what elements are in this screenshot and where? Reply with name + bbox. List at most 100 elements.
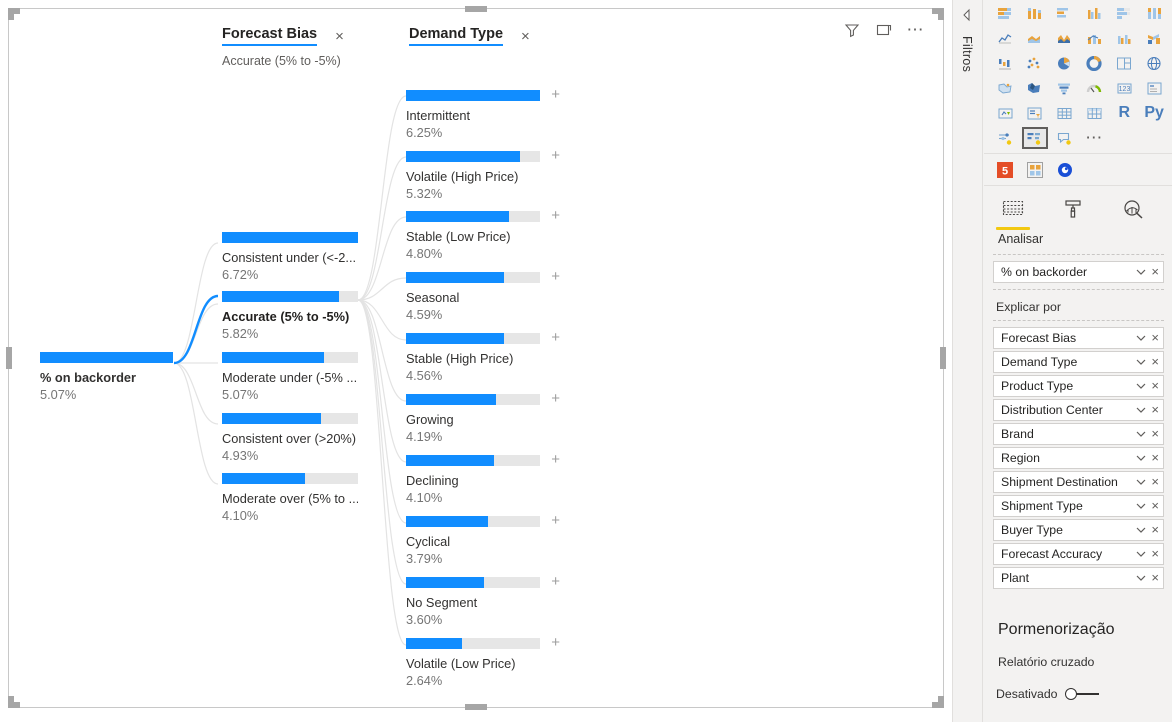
decomposition-tree-icon[interactable] bbox=[1021, 127, 1048, 149]
field-chip-shipment-destination[interactable]: Shipment Destination × bbox=[993, 471, 1164, 493]
column-title[interactable]: Forecast Bias bbox=[222, 26, 318, 46]
shape-map-icon[interactable] bbox=[1022, 77, 1048, 99]
resize-handle-right[interactable] bbox=[940, 347, 946, 369]
card-icon[interactable]: 123 bbox=[1111, 77, 1137, 99]
focus-mode-icon[interactable] bbox=[875, 21, 893, 39]
more-visuals-icon[interactable]: ⋯ bbox=[1082, 127, 1108, 149]
kpi-icon[interactable] bbox=[992, 102, 1018, 124]
resize-handle-bottom[interactable] bbox=[465, 704, 487, 710]
ribbon-chart-icon[interactable] bbox=[1141, 27, 1167, 49]
format-pane-tab[interactable] bbox=[1056, 196, 1090, 230]
100-stacked-bar-chart-icon[interactable] bbox=[1111, 2, 1137, 24]
expand-node-icon[interactable]: + bbox=[551, 208, 560, 223]
resize-handle-top[interactable] bbox=[465, 6, 487, 12]
map-icon[interactable] bbox=[1141, 52, 1167, 74]
clustered-bar-chart-icon[interactable] bbox=[1052, 2, 1078, 24]
expand-node-icon[interactable]: + bbox=[551, 330, 560, 345]
remove-field-icon[interactable]: × bbox=[1151, 571, 1159, 584]
remove-field-icon[interactable]: × bbox=[1151, 331, 1159, 344]
chevron-down-icon[interactable] bbox=[1135, 332, 1147, 344]
field-chip-forecast-bias[interactable]: Forecast Bias × bbox=[993, 327, 1164, 349]
field-chip-buyer-type[interactable]: Buyer Type × bbox=[993, 519, 1164, 541]
field-chip-brand[interactable]: Brand × bbox=[993, 423, 1164, 445]
chevron-down-icon[interactable] bbox=[1135, 524, 1147, 536]
chevron-down-icon[interactable] bbox=[1135, 452, 1147, 464]
expand-node-icon[interactable]: + bbox=[551, 635, 560, 650]
line-clustered-column-chart-icon[interactable] bbox=[1111, 27, 1137, 49]
tree-node-growing[interactable]: + Growing 4.19% bbox=[406, 391, 560, 444]
100-stacked-column-chart-icon[interactable] bbox=[1141, 2, 1167, 24]
remove-field-icon[interactable]: × bbox=[1151, 451, 1159, 464]
chevron-down-icon[interactable] bbox=[1135, 356, 1147, 368]
expand-node-icon[interactable]: + bbox=[551, 269, 560, 284]
pie-chart-icon[interactable] bbox=[1052, 52, 1078, 74]
resize-handle-bottom-left[interactable] bbox=[8, 696, 20, 708]
treemap-icon[interactable] bbox=[1111, 52, 1137, 74]
tree-node-cyclical[interactable]: + Cyclical 3.79% bbox=[406, 513, 560, 566]
stacked-bar-chart-icon[interactable] bbox=[992, 2, 1018, 24]
remove-field-icon[interactable]: × bbox=[1151, 379, 1159, 392]
field-chip-demand-type[interactable]: Demand Type × bbox=[993, 351, 1164, 373]
tree-node-volatile-high-price[interactable]: + Volatile (High Price) 5.32% bbox=[406, 148, 560, 201]
tree-node-consistent-under[interactable]: Consistent under (<-2... 6.72% bbox=[222, 232, 358, 282]
line-stacked-column-chart-icon[interactable] bbox=[1082, 27, 1108, 49]
remove-field-icon[interactable]: × bbox=[1151, 547, 1159, 560]
cross-report-toggle[interactable] bbox=[1064, 688, 1099, 700]
expand-node-icon[interactable]: + bbox=[551, 87, 560, 102]
expand-node-icon[interactable]: + bbox=[551, 452, 560, 467]
resize-handle-left[interactable] bbox=[6, 347, 12, 369]
more-options-icon[interactable]: ⋯ bbox=[907, 21, 926, 38]
chevron-down-icon[interactable] bbox=[1135, 548, 1147, 560]
r-script-visual-icon[interactable]: R bbox=[1111, 102, 1137, 124]
tree-node-moderate-over[interactable]: Moderate over (5% to ... 4.10% bbox=[222, 473, 358, 523]
area-chart-icon[interactable] bbox=[1022, 27, 1048, 49]
waterfall-chart-icon[interactable] bbox=[992, 52, 1018, 74]
field-chip-distribution-center[interactable]: Distribution Center × bbox=[993, 399, 1164, 421]
remove-field-icon[interactable]: × bbox=[1151, 427, 1159, 440]
slicer-icon[interactable] bbox=[1022, 102, 1048, 124]
key-influencers-icon[interactable] bbox=[992, 127, 1018, 149]
remove-field-icon[interactable]: × bbox=[1151, 403, 1159, 416]
expand-pane-icon[interactable] bbox=[960, 8, 974, 27]
tree-node-consistent-over[interactable]: Consistent over (>20%) 4.93% bbox=[222, 413, 358, 463]
remove-field-icon[interactable]: × bbox=[1151, 499, 1159, 512]
chevron-down-icon[interactable] bbox=[1135, 404, 1147, 416]
field-chip-plant[interactable]: Plant × bbox=[993, 567, 1164, 589]
tree-node-accurate[interactable]: Accurate (5% to -5%) 5.82% bbox=[222, 291, 358, 341]
resize-handle-bottom-right[interactable] bbox=[932, 696, 944, 708]
tree-node-stable-low-price[interactable]: + Stable (Low Price) 4.80% bbox=[406, 208, 560, 261]
close-icon[interactable]: × bbox=[335, 28, 344, 45]
html-content-icon[interactable]: 5 bbox=[994, 159, 1016, 181]
custom-visual-icon[interactable] bbox=[1024, 159, 1046, 181]
expand-node-icon[interactable]: + bbox=[551, 391, 560, 406]
table-icon[interactable] bbox=[1052, 102, 1078, 124]
expand-node-icon[interactable]: + bbox=[551, 574, 560, 589]
tree-node-seasonal[interactable]: + Seasonal 4.59% bbox=[406, 269, 560, 322]
field-chip-region[interactable]: Region × bbox=[993, 447, 1164, 469]
remove-field-icon[interactable]: × bbox=[1151, 355, 1159, 368]
scatter-chart-icon[interactable] bbox=[1022, 52, 1048, 74]
tree-node-stable-high-price[interactable]: + Stable (High Price) 4.56% bbox=[406, 330, 560, 383]
tree-node-root[interactable]: % on backorder 5.07% bbox=[40, 352, 173, 402]
filter-icon[interactable] bbox=[843, 21, 861, 39]
fields-pane-tab[interactable] bbox=[996, 196, 1030, 230]
filled-map-icon[interactable] bbox=[992, 77, 1018, 99]
stacked-area-chart-icon[interactable] bbox=[1052, 27, 1078, 49]
expand-node-icon[interactable]: + bbox=[551, 148, 560, 163]
tree-node-moderate-under[interactable]: Moderate under (-5% ... 5.07% bbox=[222, 352, 358, 402]
close-icon[interactable]: × bbox=[521, 28, 530, 45]
resize-handle-top-right[interactable] bbox=[932, 8, 944, 20]
tree-node-no-segment[interactable]: + No Segment 3.60% bbox=[406, 574, 560, 627]
resize-handle-top-left[interactable] bbox=[8, 8, 20, 20]
qa-visual-icon[interactable] bbox=[1052, 127, 1078, 149]
clustered-column-chart-icon[interactable] bbox=[1082, 2, 1108, 24]
chevron-down-icon[interactable] bbox=[1135, 428, 1147, 440]
chevron-down-icon[interactable] bbox=[1135, 500, 1147, 512]
field-chip-on-backorder[interactable]: % on backorder × bbox=[993, 261, 1164, 283]
cross-report-toggle-row[interactable]: Desativado bbox=[996, 687, 1172, 701]
remove-field-icon[interactable]: × bbox=[1151, 475, 1159, 488]
analytics-pane-tab[interactable] bbox=[1116, 196, 1150, 230]
donut-chart-icon[interactable] bbox=[1082, 52, 1108, 74]
field-chip-forecast-accuracy[interactable]: Forecast Accuracy × bbox=[993, 543, 1164, 565]
chevron-down-icon[interactable] bbox=[1135, 380, 1147, 392]
